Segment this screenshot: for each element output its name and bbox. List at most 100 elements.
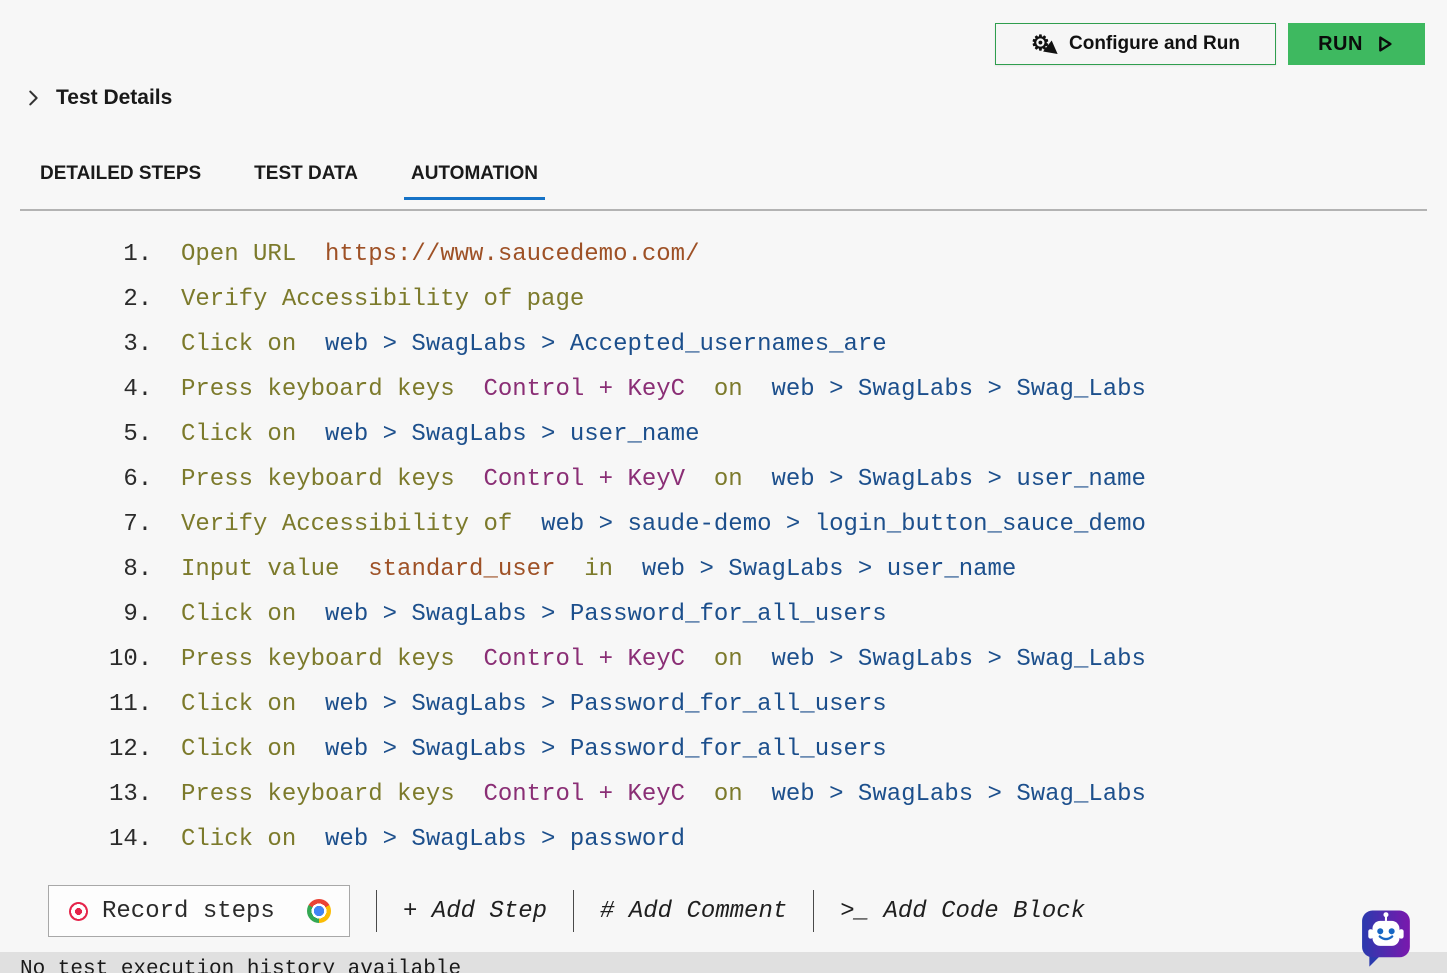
step-segment-action: Click on bbox=[181, 826, 296, 853]
test-details-toggle[interactable]: Test Details bbox=[22, 86, 172, 110]
add-code-block-button[interactable]: >_ Add Code Block bbox=[840, 898, 1085, 925]
step-segment-path: web > SwagLabs > user_name bbox=[772, 466, 1146, 493]
step-text: Press keyboard keysControl + KeyConweb >… bbox=[181, 781, 1146, 808]
step-number: 5. bbox=[109, 421, 152, 448]
step-segment-path: web > SwagLabs > user_name bbox=[642, 556, 1016, 583]
separator bbox=[376, 890, 377, 932]
step-text: Press keyboard keys Control + KeyV on web >… bbox=[181, 466, 1146, 493]
step-segment-key: Control + KeyV bbox=[483, 466, 685, 493]
step-segment-action: Press keyboard keys bbox=[181, 466, 455, 493]
chrome-browser-icon bbox=[307, 899, 331, 923]
step-segment-key: Control + KeyC bbox=[483, 376, 685, 403]
record-steps-label: Record steps bbox=[102, 898, 307, 925]
step-segment-path: web > SwagLabs > Accepted_usernames_are bbox=[325, 331, 887, 358]
step-segment-action: Click on bbox=[181, 421, 296, 448]
step-number: 9. bbox=[109, 601, 152, 628]
step-row[interactable]: 2. Verify Accessibility of page bbox=[0, 277, 1447, 322]
configure-and-run-label: Configure and Run bbox=[1069, 33, 1240, 55]
step-segment-action: in bbox=[584, 556, 613, 583]
step-row[interactable]: 3. Click on web > SwagLabs > Accepted_user… bbox=[0, 322, 1447, 367]
step-segment-path: web > saude-demo > login_button_sauce_de… bbox=[541, 511, 1146, 538]
step-number: 8. bbox=[109, 556, 152, 583]
step-text: Input value standard_user in web > SwagLabs… bbox=[181, 556, 1016, 583]
step-segment-action: on bbox=[714, 466, 743, 493]
chatbot-button[interactable] bbox=[1360, 905, 1414, 968]
step-text: Open URLhttps://www.saucedemo.com/ bbox=[181, 241, 699, 268]
record-target-icon bbox=[69, 902, 88, 921]
tabs-divider bbox=[20, 209, 1427, 211]
step-row[interactable]: 8. Input value standard_user in web > SwagLa… bbox=[0, 547, 1447, 592]
step-row[interactable]: 10. Press keyboard keysControl + KeyConwe… bbox=[0, 637, 1447, 682]
step-row[interactable]: 7. Verify Accessibility of web > saude-dem… bbox=[0, 502, 1447, 547]
step-number: 1. bbox=[109, 241, 152, 268]
step-number: 3. bbox=[109, 331, 152, 358]
add-comment-button[interactable]: # Add Comment bbox=[600, 898, 787, 925]
step-row[interactable]: 4. Press keyboard keys Control + KeyC on web… bbox=[0, 367, 1447, 412]
execution-history-bar: No test execution history available bbox=[0, 952, 1447, 973]
tab-automation[interactable]: AUTOMATION bbox=[404, 163, 545, 200]
step-segment-path: web > SwagLabs > Swag_Labs bbox=[772, 781, 1146, 808]
step-number: 14. bbox=[109, 826, 152, 853]
header-actions: ⚙ Configure and Run RUN bbox=[995, 23, 1425, 65]
step-segment-path: web > SwagLabs > Swag_Labs bbox=[772, 376, 1146, 403]
step-segment-value: https://www.saucedemo.com/ bbox=[325, 241, 699, 268]
step-row[interactable]: 11. Click onweb > SwagLabs > Password_for… bbox=[0, 682, 1447, 727]
robot-chat-icon bbox=[1360, 905, 1414, 968]
step-segment-action: Click on bbox=[181, 601, 296, 628]
step-editor-toolbar: Record steps + Add Step # Add Comment >_… bbox=[48, 885, 1085, 937]
step-segment-path: web > SwagLabs > Password_for_all_users bbox=[325, 601, 887, 628]
step-segment-action: Press keyboard keys bbox=[181, 646, 455, 673]
step-segment-action: on bbox=[714, 646, 743, 673]
tab-bar: DETAILED STEPS TEST DATA AUTOMATION bbox=[33, 163, 545, 200]
configure-and-run-button[interactable]: ⚙ Configure and Run bbox=[995, 23, 1276, 65]
step-segment-action: Input value bbox=[181, 556, 339, 583]
step-row[interactable]: 14. Click on web > SwagLabs > password bbox=[0, 817, 1447, 862]
step-segment-path: web > SwagLabs > password bbox=[325, 826, 685, 853]
step-segment-path: web > SwagLabs > Password_for_all_users bbox=[325, 691, 887, 718]
step-segment-action: Click on bbox=[181, 736, 296, 763]
step-text: Click onweb > SwagLabs > user_name bbox=[181, 421, 699, 448]
step-row[interactable]: 13.Press keyboard keysControl + KeyConwe… bbox=[0, 772, 1447, 817]
step-segment-action: Verify Accessibility of page bbox=[181, 286, 584, 313]
run-button[interactable]: RUN bbox=[1288, 23, 1425, 65]
step-row[interactable]: 1. Open URLhttps://www.saucedemo.com/ bbox=[0, 232, 1447, 277]
no-history-message: No test execution history available bbox=[20, 958, 1447, 973]
step-segment-action: Press keyboard keys bbox=[181, 376, 455, 403]
step-row[interactable]: 12. Click on web > SwagLabs > Password_for… bbox=[0, 727, 1447, 772]
separator bbox=[573, 890, 574, 932]
step-segment-key: Control + KeyC bbox=[483, 781, 685, 808]
step-number: 6. bbox=[109, 466, 152, 493]
step-text: Press keyboard keysControl + KeyConweb >… bbox=[181, 646, 1146, 673]
step-number: 7. bbox=[109, 511, 152, 538]
step-row[interactable]: 6. Press keyboard keys Control + KeyV on web… bbox=[0, 457, 1447, 502]
step-text: Click on web > SwagLabs > Password_for_al… bbox=[181, 736, 887, 763]
add-step-button[interactable]: + Add Step bbox=[403, 898, 547, 925]
step-segment-action: Press keyboard keys bbox=[181, 781, 455, 808]
step-segment-path: web > SwagLabs > Password_for_all_users bbox=[325, 736, 887, 763]
step-segment-action: Click on bbox=[181, 331, 296, 358]
tab-detailed-steps[interactable]: DETAILED STEPS bbox=[33, 163, 208, 200]
step-number: 10. bbox=[109, 646, 152, 673]
step-row[interactable]: 9. Click on web > SwagLabs > Password_for_… bbox=[0, 592, 1447, 637]
run-label: RUN bbox=[1318, 33, 1363, 56]
step-number: 2. bbox=[109, 286, 152, 313]
play-outline-icon bbox=[1373, 33, 1395, 55]
step-row[interactable]: 5. Click onweb > SwagLabs > user_name bbox=[0, 412, 1447, 457]
step-text: Click on web > SwagLabs > password bbox=[181, 826, 685, 853]
step-number: 12. bbox=[109, 736, 152, 763]
step-text: Click onweb > SwagLabs > Password_for_al… bbox=[181, 691, 887, 718]
tab-test-data[interactable]: TEST DATA bbox=[247, 163, 365, 200]
step-number: 11. bbox=[109, 691, 152, 718]
steps-list: 1. Open URLhttps://www.saucedemo.com/2. Ve… bbox=[0, 232, 1447, 862]
step-text: Verify Accessibility of page bbox=[181, 286, 584, 313]
step-number: 4. bbox=[109, 376, 152, 403]
chevron-right-icon bbox=[22, 87, 44, 109]
record-steps-button[interactable]: Record steps bbox=[48, 885, 350, 937]
step-segment-value: standard_user bbox=[368, 556, 555, 583]
step-text: Click on web > SwagLabs > Password_for_al… bbox=[181, 601, 887, 628]
step-segment-path: web > SwagLabs > Swag_Labs bbox=[772, 646, 1146, 673]
step-segment-action: Verify Accessibility of bbox=[181, 511, 512, 538]
configure-run-icon: ⚙ bbox=[1031, 31, 1057, 57]
step-segment-action: on bbox=[714, 376, 743, 403]
step-text: Press keyboard keys Control + KeyC on web >… bbox=[181, 376, 1146, 403]
